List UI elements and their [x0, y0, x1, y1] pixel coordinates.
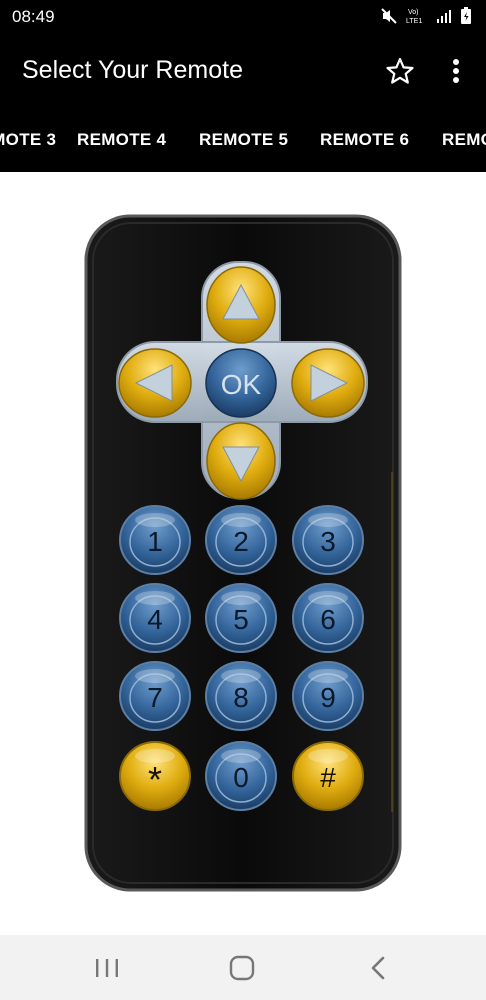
key-4-button[interactable]: 4: [119, 583, 191, 653]
key-0-button[interactable]: 0: [205, 741, 277, 811]
home-icon[interactable]: [222, 951, 262, 985]
key-label: 8: [233, 682, 249, 713]
tab-remote-6[interactable]: REMOTE 6: [320, 130, 409, 150]
ok-button[interactable]: OK: [205, 348, 277, 418]
back-icon[interactable]: [359, 951, 399, 985]
key-label: 0: [233, 762, 249, 793]
key-9-button[interactable]: 9: [292, 661, 364, 731]
left-button[interactable]: [118, 348, 192, 418]
key-label: 9: [320, 682, 336, 713]
recents-icon[interactable]: [87, 951, 127, 985]
hash-key-button[interactable]: #: [292, 741, 364, 811]
app-bar: Select Your Remote: [0, 34, 486, 110]
svg-text:Vo): Vo): [408, 9, 419, 16]
key-label: 5: [233, 604, 249, 635]
ok-label: OK: [221, 369, 262, 400]
key-1-button[interactable]: 1: [119, 505, 191, 575]
tab-remote-4[interactable]: REMOTE 4: [77, 130, 166, 150]
remote-view: OK 1 2 3 4 5 6 7 8 9 * 0 #: [0, 172, 486, 935]
signal-icon: [437, 10, 451, 23]
key-label: 6: [320, 604, 336, 635]
key-2-button[interactable]: 2: [205, 505, 277, 575]
tab-remote-3[interactable]: REMOTE 3: [0, 130, 56, 150]
key-6-button[interactable]: 6: [292, 583, 364, 653]
down-button[interactable]: [206, 422, 276, 500]
right-button[interactable]: [291, 348, 365, 418]
up-button[interactable]: [206, 266, 276, 344]
mute-icon: [381, 8, 397, 24]
status-time: 08:49: [12, 7, 55, 26]
battery-icon: [461, 7, 471, 24]
key-7-button[interactable]: 7: [119, 661, 191, 731]
status-bar: 08:49 Vo) LTE1: [0, 0, 486, 34]
tab-bar: REMOTE 3 REMOTE 4 REMOTE 5 REMOTE 6 REMO…: [0, 110, 486, 172]
app-title: Select Your Remote: [22, 56, 243, 84]
star-key-button[interactable]: *: [119, 741, 191, 811]
tab-remote-5[interactable]: REMOTE 5: [199, 130, 288, 150]
volte-icon: Vo) LTE1: [406, 9, 422, 25]
key-5-button[interactable]: 5: [205, 583, 277, 653]
key-label: 3: [320, 526, 336, 557]
navigation-bar: [0, 935, 486, 1000]
star-icon[interactable]: [385, 56, 415, 86]
key-8-button[interactable]: 8: [205, 661, 277, 731]
svg-text:LTE1: LTE1: [406, 18, 422, 25]
key-label: #: [320, 762, 336, 793]
more-vert-icon[interactable]: [446, 56, 466, 86]
remote-image: OK 1 2 3 4 5 6 7 8 9 * 0 #: [84, 214, 402, 892]
key-label: 2: [233, 526, 249, 557]
status-icons: Vo) LTE1: [380, 6, 472, 26]
key-label: 4: [147, 604, 163, 635]
key-label: *: [148, 759, 162, 800]
key-label: 1: [147, 526, 163, 557]
key-3-button[interactable]: 3: [292, 505, 364, 575]
tab-remote-7[interactable]: REMOTE 7: [442, 130, 486, 150]
key-label: 7: [147, 682, 163, 713]
